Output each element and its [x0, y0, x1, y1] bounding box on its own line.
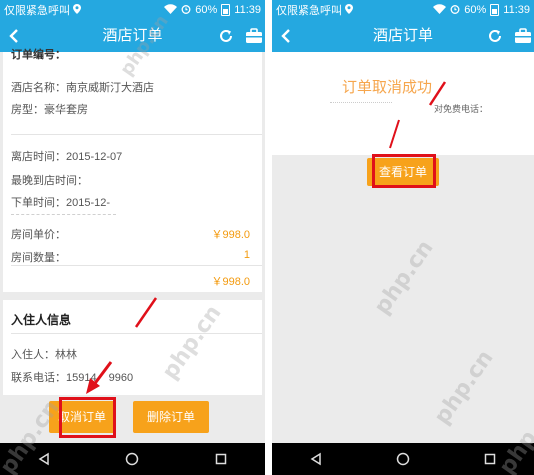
refresh-icon — [489, 29, 501, 42]
total-value: ￥998.0 — [211, 276, 250, 288]
location-icon — [345, 3, 353, 17]
order-time-label: 下单时间： — [11, 197, 66, 209]
unit-price-value: ￥998.0 — [211, 229, 250, 241]
wifi-icon — [433, 3, 447, 17]
divider — [11, 265, 262, 266]
right-phone-screen: 仅限紧急呼叫 60% 11:39 酒店订单 订单取消成功 对免费电话： 查看订单… — [272, 0, 534, 475]
circle-home-icon[interactable] — [125, 452, 139, 466]
view-order-button[interactable]: 查看订单 — [367, 158, 439, 186]
hotel-name-label: 酒店名称： — [11, 82, 66, 94]
order-number-header: 订单编号： — [11, 49, 66, 61]
cancel-success-panel: 订单取消成功 对免费电话： — [272, 52, 534, 155]
left-phone-screen: 仅限紧急呼叫 60% 11:39 酒店订单 订单编号： 酒店名称：南京威斯汀大酒… — [0, 0, 265, 475]
alarm-icon — [181, 4, 191, 17]
room-count-row: 房间数量： 1 — [11, 249, 250, 265]
clock-time: 11:39 — [234, 4, 261, 16]
watermark: php.cn — [369, 235, 439, 320]
briefcase-button[interactable] — [245, 27, 263, 45]
hotline-text: 对免费电话： — [434, 104, 489, 114]
hotel-name-value: 南京威斯汀大酒店 — [66, 82, 154, 94]
watermark: php.cn — [429, 345, 499, 430]
android-softkeys — [0, 443, 265, 475]
square-recents-icon[interactable] — [214, 452, 228, 466]
refresh-button[interactable] — [486, 27, 504, 45]
briefcase-icon — [515, 28, 531, 43]
order-time-row: 下单时间：2015-12- — [11, 194, 250, 210]
dotted-line — [330, 102, 392, 103]
order-detail-card: 订单编号： 酒店名称：南京威斯汀大酒店 房型：豪华套房 离店时间：2015-12… — [3, 49, 262, 292]
guest-section-title: 入住人信息 — [11, 313, 72, 327]
latest-arrival-label: 最晚到店时间： — [11, 175, 88, 187]
checkout-time-row: 离店时间：2015-12-07 — [11, 148, 250, 164]
unit-price-row: 房间单价： ￥998.0 — [11, 226, 250, 242]
cancel-success-message: 订单取消成功 — [342, 79, 433, 96]
checkout-time-value: 2015-12-07 — [66, 151, 123, 163]
room-type-value: 豪华套房 — [44, 104, 88, 116]
battery-icon — [490, 4, 500, 16]
triangle-back-icon[interactable] — [37, 452, 51, 466]
guest-label: 入住人： — [11, 349, 55, 361]
phone-row: 联系电话：15914 9960 — [11, 369, 250, 385]
room-type-label: 房型： — [11, 104, 44, 116]
navigation-bar: 酒店订单 — [272, 20, 534, 52]
cancel-order-button[interactable]: 取消订单 — [49, 401, 115, 433]
clock-time: 11:39 — [503, 4, 530, 16]
latest-arrival-row: 最晚到店时间： — [11, 172, 250, 188]
chevron-left-icon — [281, 29, 290, 43]
room-count-label: 房间数量： — [11, 252, 66, 264]
chevron-left-icon — [9, 29, 18, 43]
status-bar: 仅限紧急呼叫 60% 11:39 — [272, 0, 534, 20]
battery-percent: 60% — [195, 4, 218, 16]
divider — [11, 333, 262, 334]
triangle-back-icon[interactable] — [309, 452, 323, 466]
location-icon — [73, 3, 81, 17]
guest-name-row: 入住人：林林 — [11, 346, 250, 362]
status-bar: 仅限紧急呼叫 60% 11:39 — [0, 0, 265, 20]
hotel-name-row: 酒店名称：南京威斯汀大酒店 — [11, 79, 250, 95]
battery-percent: 60% — [464, 4, 487, 16]
alarm-icon — [450, 4, 460, 17]
carrier-text: 仅限紧急呼叫 — [4, 5, 70, 17]
checkout-time-label: 离店时间： — [11, 151, 66, 163]
room-type-row: 房型：豪华套房 — [11, 101, 250, 117]
phone-label: 联系电话： — [11, 372, 66, 384]
briefcase-icon — [246, 28, 262, 43]
phone-value-tail: 9960 — [108, 372, 134, 384]
dashed-divider — [11, 214, 116, 215]
divider — [11, 134, 262, 135]
unit-price-label: 房间单价： — [11, 229, 66, 241]
square-recents-icon[interactable] — [483, 452, 497, 466]
room-count-value: 1 — [243, 249, 250, 261]
guest-info-card: 入住人信息 入住人：林林 联系电话：15914 9960 — [3, 300, 262, 395]
wifi-icon — [164, 3, 178, 17]
guest-name: 林林 — [55, 349, 77, 361]
screen-divider — [265, 0, 272, 475]
back-button[interactable] — [272, 20, 300, 52]
briefcase-button[interactable] — [514, 27, 532, 45]
delete-order-button[interactable]: 删除订单 — [133, 401, 209, 433]
refresh-icon — [220, 29, 232, 42]
phone-value: 15914 — [66, 372, 97, 384]
circle-home-icon[interactable] — [396, 452, 410, 466]
android-softkeys — [272, 443, 534, 475]
battery-icon — [221, 4, 231, 16]
carrier-text: 仅限紧急呼叫 — [276, 5, 342, 17]
order-time-value: 2015-12- — [66, 197, 111, 209]
refresh-button[interactable] — [217, 27, 235, 45]
